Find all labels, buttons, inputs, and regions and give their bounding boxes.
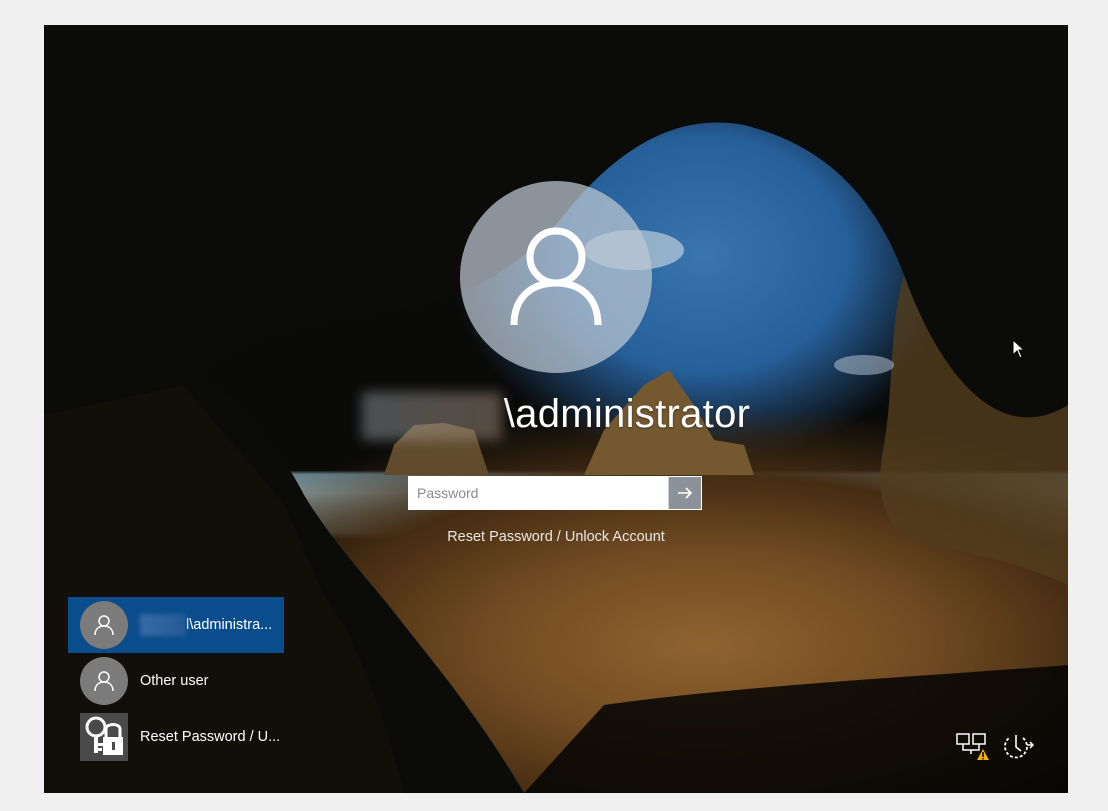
key-lock-icon: [85, 716, 123, 755]
user-list-item-other-user[interactable]: Other user: [68, 653, 284, 709]
username-heading: \administrator: [294, 392, 818, 441]
user-list-label: Reset Password / U...: [140, 729, 281, 745]
password-input[interactable]: [409, 477, 668, 509]
user-list-item-reset-password[interactable]: Reset Password / U...: [68, 709, 284, 765]
user-avatar-icon: [94, 671, 114, 692]
user-avatar-icon: [94, 615, 114, 636]
reset-password-link[interactable]: Reset Password / Unlock Account: [394, 529, 718, 545]
user-list-label: Other user: [140, 673, 209, 689]
user-avatar-large: [460, 181, 652, 373]
redacted-domain: [140, 614, 186, 636]
lock-screen: \administrator Reset Password / Unlock A…: [44, 25, 1068, 793]
user-list-item-administrator[interactable]: l\administra...: [68, 597, 284, 653]
user-list-label: l\administra...: [186, 617, 273, 633]
user-avatar-small: [80, 601, 128, 649]
power-button[interactable]: [1000, 729, 1036, 765]
user-avatar-icon: [510, 227, 602, 326]
power-icon: [1004, 735, 1035, 759]
submit-button[interactable]: [668, 477, 701, 509]
network-warning-icon: [956, 733, 989, 760]
network-button[interactable]: [954, 729, 990, 765]
redacted-domain: [361, 392, 502, 441]
password-field-container: [408, 476, 702, 510]
user-avatar-small: [80, 657, 128, 705]
arrow-right-icon: [678, 487, 693, 499]
username-text: \administrator: [503, 392, 751, 436]
mouse-cursor: [1012, 339, 1026, 359]
reset-tile: [80, 713, 128, 761]
